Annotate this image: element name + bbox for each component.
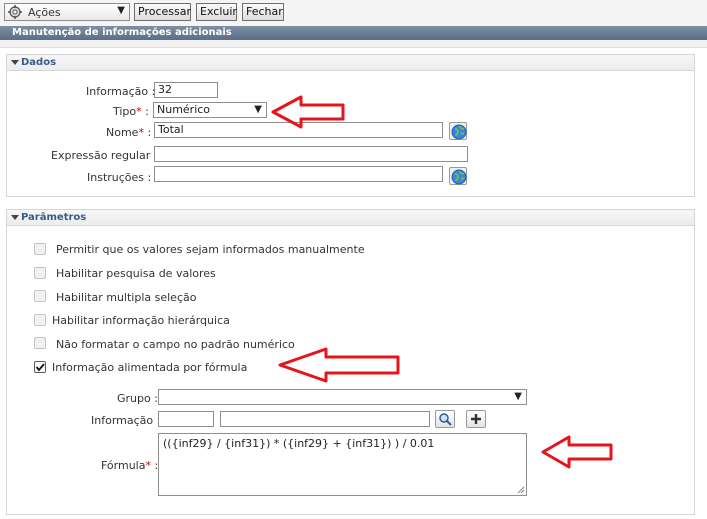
globe-icon	[451, 169, 467, 185]
plus-icon	[471, 414, 481, 424]
option-label: Informação alimentada por fórmula	[52, 361, 248, 374]
tipo-label: Tipo	[113, 105, 137, 118]
formula-label: Fórmula	[101, 459, 146, 472]
nome-label-group: Nome* :	[106, 126, 152, 139]
toolbar: Ações ▼ Processar Excluir Fechar	[0, 0, 707, 26]
option-label: Habilitar pesquisa de valores	[56, 267, 216, 280]
dados-panel-header[interactable]: Dados	[7, 55, 694, 71]
formula-text: (({inf29} / {inf31}) * ({inf29} + {inf31…	[163, 437, 435, 450]
title-bar-divider	[0, 40, 707, 48]
translate-globe-button[interactable]	[449, 167, 467, 185]
tipo-select[interactable]: Numérico ▼	[153, 102, 267, 118]
gear-icon	[8, 5, 22, 19]
search-button[interactable]	[435, 410, 455, 428]
parametros-informacao-label: Informação :	[91, 414, 161, 427]
expressao-label: Expressão regular :	[51, 149, 158, 162]
delete-button[interactable]: Excluir	[196, 3, 237, 21]
option-checkbox[interactable]	[34, 314, 46, 326]
close-button[interactable]: Fechar	[242, 3, 284, 21]
collapse-triangle-icon	[11, 60, 19, 65]
option-checkbox[interactable]	[34, 337, 46, 349]
search-icon	[439, 413, 452, 426]
informacao-code-input[interactable]	[158, 411, 214, 427]
option-label: Habilitar multipla seleção	[56, 291, 197, 304]
required-marker: *	[145, 459, 151, 472]
window-title: Manutenção de informações adicionais	[0, 26, 707, 40]
option-label: Permitir que os valores sejam informados…	[56, 243, 365, 256]
annotation-arrow-icon	[278, 347, 400, 383]
actions-menu-label: Ações	[28, 6, 61, 19]
checkbox-checked-icon	[35, 363, 45, 372]
formula-label-group: Fórmula* :	[101, 459, 159, 472]
instrucoes-input[interactable]	[154, 166, 443, 182]
chevron-down-icon: ▼	[514, 391, 522, 402]
add-button[interactable]	[466, 410, 486, 428]
parametros-panel-header[interactable]: Parâmetros	[7, 210, 694, 226]
parametros-title: Parâmetros	[21, 212, 87, 223]
process-button[interactable]: Processar	[134, 3, 191, 21]
instrucoes-label: Instruções :	[87, 171, 152, 184]
grupo-label: Grupo :	[117, 392, 158, 405]
informacao-label: Informação :	[86, 85, 156, 98]
required-marker: *	[136, 105, 142, 118]
option-checkbox[interactable]	[34, 243, 46, 255]
actions-menu[interactable]: Ações ▼	[4, 3, 130, 21]
informacao-description-input[interactable]	[220, 411, 430, 427]
grupo-select[interactable]: ▼	[158, 389, 527, 405]
option-checkbox-checked[interactable]	[34, 361, 46, 373]
resize-grip-icon[interactable]	[517, 486, 525, 494]
option-checkbox[interactable]	[34, 267, 46, 279]
tipo-select-value: Numérico	[157, 103, 211, 116]
translate-globe-button[interactable]	[449, 122, 467, 140]
formula-textarea[interactable]: (({inf29} / {inf31}) * ({inf29} + {inf31…	[158, 433, 527, 496]
required-marker: *	[138, 126, 144, 139]
expressao-input[interactable]	[154, 146, 468, 162]
annotation-arrow-icon	[541, 435, 613, 469]
chevron-down-icon: ▼	[254, 104, 262, 115]
annotation-arrow-icon	[271, 95, 345, 129]
option-label: Habilitar informação hierárquica	[52, 314, 230, 327]
informacao-input[interactable]: 32	[154, 82, 218, 98]
dados-title: Dados	[21, 57, 57, 68]
nome-label: Nome	[106, 126, 139, 139]
option-checkbox[interactable]	[34, 290, 46, 302]
globe-icon	[451, 124, 467, 140]
chevron-down-icon: ▼	[117, 5, 125, 16]
option-label: Não formatar o campo no padrão numérico	[56, 338, 295, 351]
tipo-label-group: Tipo* :	[113, 105, 149, 118]
collapse-triangle-icon	[11, 215, 19, 220]
